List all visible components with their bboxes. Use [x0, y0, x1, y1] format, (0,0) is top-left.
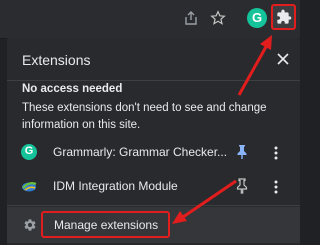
extensions-menu: Extensions No access needed These extens…: [7, 38, 300, 245]
extension-name: Grammarly: Grammar Checker...: [53, 145, 228, 159]
more-options-icon[interactable]: [273, 145, 279, 161]
idm-icon: [22, 182, 37, 192]
pin-icon[interactable]: [236, 178, 248, 194]
menu-title: Extensions: [22, 52, 91, 68]
manage-extensions-highlight: [41, 211, 170, 238]
extension-name: IDM Integration Module: [53, 179, 178, 193]
grammarly-letter: G: [251, 10, 263, 25]
divider: [7, 80, 300, 81]
pin-icon[interactable]: [236, 144, 248, 160]
puzzle-icon[interactable]: [276, 9, 292, 25]
browser-toolbar: G: [0, 0, 300, 39]
divider: [7, 205, 300, 206]
grammarly-icon: G: [21, 144, 37, 160]
grammarly-letter: G: [24, 145, 34, 157]
share-icon[interactable]: [184, 11, 198, 25]
close-icon[interactable]: [277, 53, 289, 65]
section-description: These extensions don't need to see and c…: [22, 102, 267, 131]
manage-extensions-button[interactable]: Manage extensions: [7, 207, 300, 243]
grammarly-icon[interactable]: G: [247, 8, 267, 28]
more-options-icon[interactable]: [273, 179, 279, 195]
gear-icon: [24, 219, 36, 231]
star-icon[interactable]: [210, 10, 226, 26]
extension-row-grammarly[interactable]: G Grammarly: Grammar Checker...: [7, 139, 300, 165]
section-title: No access needed: [22, 83, 123, 95]
extension-row-idm[interactable]: IDM Integration Module: [7, 173, 300, 199]
